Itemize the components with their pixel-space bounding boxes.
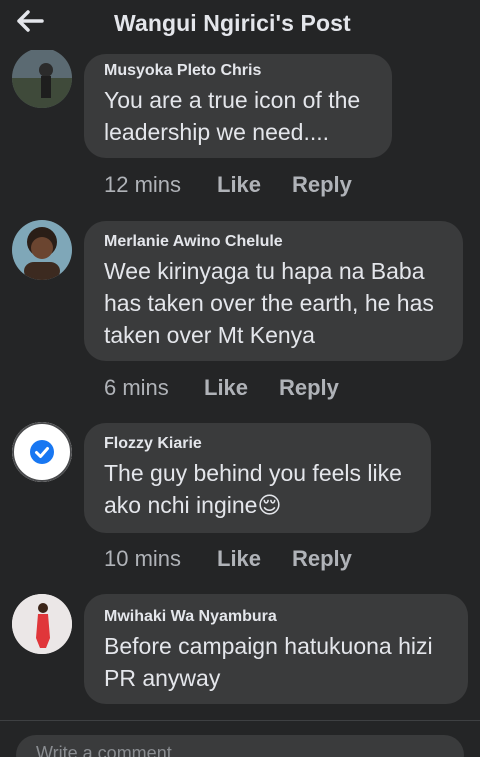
comment-text-line: ako nchi ingine [104,492,258,518]
comment-timestamp[interactable]: 6 mins [104,375,169,401]
comment-text-line: You are a true icon of the [104,87,361,113]
reply-button[interactable]: Reply [292,546,352,572]
comment-text-line: leadership we need.... [104,119,330,145]
comment-text-line: Wee kirinyaga tu hapa na Baba [104,258,425,284]
verified-badge-icon [12,422,72,482]
comment-timestamp[interactable]: 10 mins [104,546,181,572]
back-button[interactable] [16,6,56,36]
avatar[interactable] [12,220,72,280]
comment-bubble[interactable]: Merlanie Awino Chelule Wee kirinyaga tu … [84,221,463,361]
comment-author[interactable]: Flozzy Kiarie [104,435,202,453]
reply-button[interactable]: Reply [279,375,339,401]
avatar-photo-icon [12,48,72,108]
avatar-photo-icon [12,594,72,654]
comment-author[interactable]: Mwihaki Wa Nyambura [104,608,277,626]
avatar-photo-icon [12,220,72,280]
comment-text-line: has taken over the earth, he has [104,290,434,316]
avatar[interactable] [12,48,72,108]
page-title: Wangui Ngirici's Post [114,10,351,36]
comment-input-placeholder: Write a comment... [36,743,187,757]
comment-bubble[interactable]: Mwihaki Wa Nyambura Before campaign hatu… [84,594,468,704]
like-button[interactable]: Like [217,546,261,572]
comment-text-line-with-emoji: ako nchi ingine😌 [104,489,281,521]
relieved-face-icon: 😌 [257,492,282,518]
comment-author[interactable]: Musyoka Pleto Chris [104,62,261,80]
reply-button[interactable]: Reply [292,172,352,198]
comments-feed[interactable]: Musyoka Pleto Chris You are a true icon … [0,0,480,720]
comment-text-line: PR anyway [104,665,221,691]
like-button[interactable]: Like [204,375,248,401]
arrow-left-icon [17,10,44,32]
comment-input[interactable]: Write a comment... [16,735,464,757]
comment-text-line: The guy behind you feels like [104,460,402,486]
comment-text-line: taken over Mt Kenya [104,322,315,348]
comment-author[interactable]: Merlanie Awino Chelule [104,233,283,251]
comment-bubble[interactable]: Musyoka Pleto Chris You are a true icon … [84,54,392,158]
comment-timestamp[interactable]: 12 mins [104,172,181,198]
comment-text-line: Before campaign hatukuona hizi [104,633,433,659]
comment-composer: Write a comment... [0,720,480,757]
avatar[interactable] [12,422,72,482]
top-bar: Wangui Ngirici's Post [0,0,480,50]
comment-bubble[interactable]: Flozzy Kiarie The guy behind you feels l… [84,423,431,533]
avatar[interactable] [12,594,72,654]
like-button[interactable]: Like [217,172,261,198]
